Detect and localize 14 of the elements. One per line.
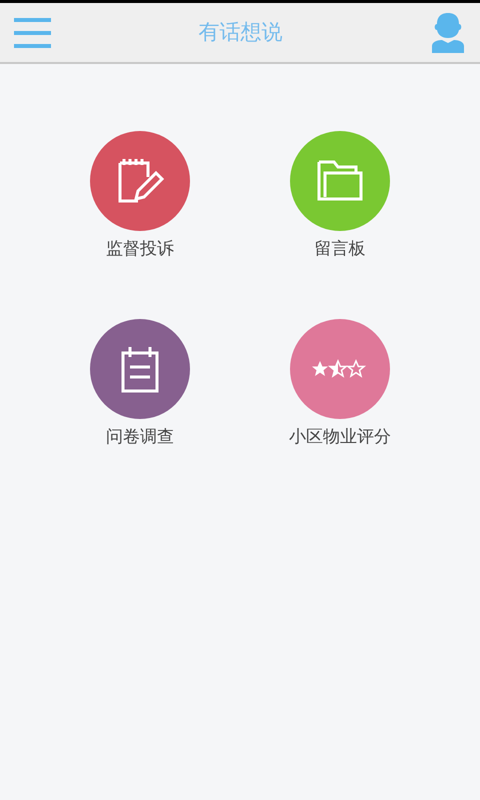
calendar-icon: [120, 344, 160, 392]
feature-label: 留言板: [314, 238, 366, 261]
page-title: 有话想说: [198, 18, 282, 46]
feature-tile[interactable]: 监督投诉: [40, 131, 240, 262]
user-icon[interactable]: [430, 12, 466, 52]
feature-label: 监督投诉: [106, 238, 174, 261]
feature-tile[interactable]: 问卷调查: [40, 318, 240, 450]
feature-label: 小区物业评分: [289, 426, 391, 448]
menu-icon[interactable]: [14, 16, 51, 48]
notepad-pencil-icon: [116, 157, 164, 205]
feature-label: 问卷调查: [106, 426, 174, 448]
feature-tile[interactable]: 小区物业评分: [240, 318, 440, 450]
folder-icon: [316, 159, 364, 203]
feature-tile[interactable]: 留言板: [240, 131, 440, 262]
